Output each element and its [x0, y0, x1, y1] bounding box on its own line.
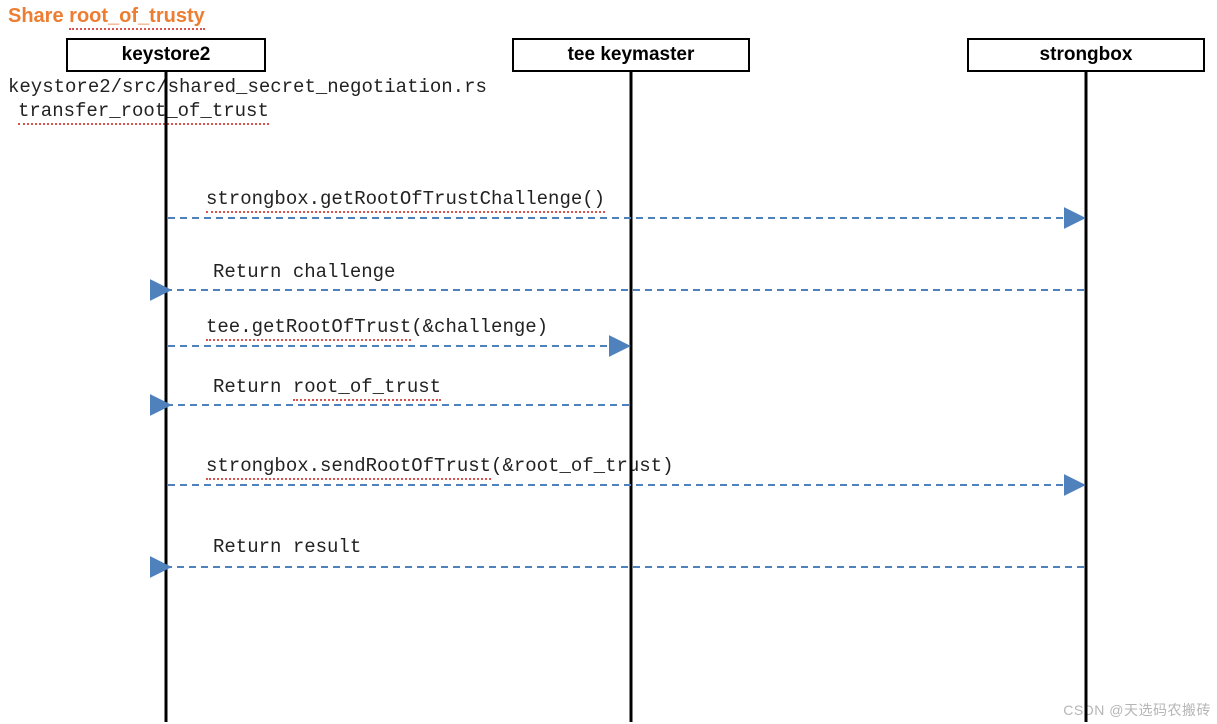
msg-5-label: strongbox.sendRootOfTrust(&root_of_trust…	[206, 455, 673, 477]
lifeline-keystore2: keystore2	[66, 38, 266, 72]
watermark: CSDN @天选码农搬砖	[1063, 700, 1211, 720]
title-root: root_of_trusty	[69, 5, 205, 30]
msg-4-text-a: Return	[213, 376, 293, 398]
diagram-title: Share root_of_trusty	[8, 5, 205, 28]
lifeline-tee-label: tee keymaster	[568, 44, 695, 65]
note-func: transfer_root_of_trust	[18, 100, 269, 122]
lifeline-keystore2-label: keystore2	[122, 44, 211, 65]
msg-5-text-a: strongbox.sendRootOfTrust	[206, 455, 491, 480]
msg-2-label: Return challenge	[213, 261, 395, 283]
note-func-text: transfer_root_of_trust	[18, 100, 269, 125]
title-prefix: Share	[8, 5, 69, 27]
msg-4-text-b: root_of_trust	[293, 376, 441, 401]
msg-3-text-a: tee.getRootOfTrust	[206, 316, 411, 341]
msg-1-text: strongbox.getRootOfTrustChallenge()	[206, 188, 605, 213]
lifeline-strongbox-label: strongbox	[1040, 44, 1133, 65]
lifeline-tee: tee keymaster	[512, 38, 750, 72]
msg-5-text-b: (&root_of_trust)	[491, 455, 673, 477]
msg-4-label: Return root_of_trust	[213, 376, 441, 398]
msg-6-label: Return result	[213, 536, 361, 558]
msg-1-label: strongbox.getRootOfTrustChallenge()	[206, 188, 605, 210]
note-file: keystore2/src/shared_secret_negotiation.…	[8, 76, 487, 98]
msg-3-text-b: (&challenge)	[411, 316, 548, 338]
lifeline-strongbox: strongbox	[967, 38, 1205, 72]
msg-3-label: tee.getRootOfTrust(&challenge)	[206, 316, 548, 338]
